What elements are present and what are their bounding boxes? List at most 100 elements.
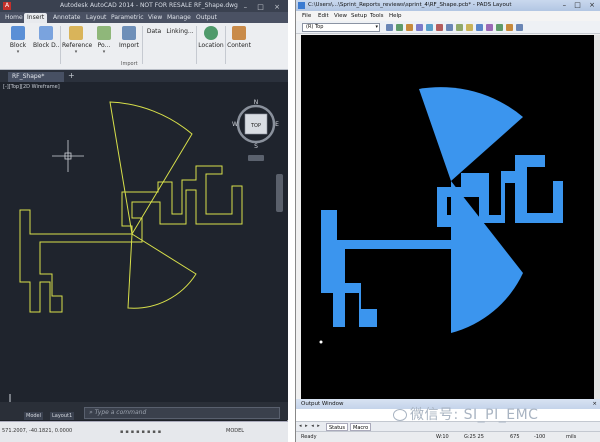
toolbar-icon-1[interactable] xyxy=(386,24,393,31)
status-x-coordinate: 675 xyxy=(510,434,520,440)
toolbar-icon-9[interactable] xyxy=(466,24,473,31)
model-space-toggle[interactable]: MODEL xyxy=(226,428,244,434)
pads-design-drawing[interactable] xyxy=(301,35,594,399)
autocad-ribbon: Block ▾ Block D... Reference ▾ Po... ▾ I… xyxy=(0,23,288,70)
layer-select[interactable]: (R) Top ▾ xyxy=(302,23,380,32)
output-window-label: Output Window xyxy=(301,401,344,407)
menu-setup[interactable]: Setup xyxy=(351,11,367,21)
autocad-status-bar: 571.2007, -40.1821, 0.0000 ▪▪▪▪▪▪▪▪ MODE… xyxy=(0,421,288,442)
status-grid: G:25 25 xyxy=(464,434,484,440)
toolbar-icon-7[interactable] xyxy=(446,24,453,31)
autocad-window-title: Autodesk AutoCAD 2014 - NOT FOR RESALE R… xyxy=(60,2,238,9)
autocad-titlebar: A Autodesk AutoCAD 2014 - NOT FOR RESALE… xyxy=(0,0,288,12)
ribbon-separator xyxy=(196,26,197,64)
command-line-input[interactable]: » Type a command xyxy=(84,407,280,419)
chevron-down-icon: ▾ xyxy=(16,49,20,55)
tab-parametric[interactable]: Parametric xyxy=(108,13,147,23)
import-icon xyxy=(122,26,136,40)
pads-layout-window: C:\Users\...\Sprint_Reports_reviews\spri… xyxy=(295,0,600,442)
location-button[interactable]: Location xyxy=(198,25,224,49)
chevron-down-icon: ▾ xyxy=(375,24,378,30)
point-cloud-button[interactable]: Po... ▾ xyxy=(93,25,115,55)
content-button[interactable]: Content xyxy=(227,25,251,49)
linking-button[interactable]: Linking... xyxy=(166,25,194,35)
tab-output[interactable]: Output xyxy=(193,13,220,23)
design-origin-point xyxy=(319,340,323,344)
content-icon xyxy=(232,26,246,40)
block-definition-icon xyxy=(39,26,53,40)
ribbon-separator xyxy=(142,26,143,64)
toolbar-icon-2[interactable] xyxy=(396,24,403,31)
tab-scroll-arrows-icon[interactable]: ◂ ▸ ◂ ▸ xyxy=(299,423,321,429)
menu-view[interactable]: View xyxy=(334,11,347,21)
tab-layout[interactable]: Layout xyxy=(83,13,109,23)
tab-insert[interactable]: Insert xyxy=(24,13,48,23)
toolbar-icon-12[interactable] xyxy=(496,24,503,31)
pads-titlebar: C:\Users\...\Sprint_Reports_reviews\spri… xyxy=(296,0,600,11)
reference-icon xyxy=(69,26,83,40)
menu-file[interactable]: File xyxy=(302,11,311,21)
close-icon[interactable]: × xyxy=(592,399,597,409)
menu-edit[interactable]: Edit xyxy=(318,11,329,21)
output-tab-status[interactable]: Status xyxy=(326,423,348,431)
tab-view[interactable]: View xyxy=(145,13,165,23)
autocad-ribbon-tabs: Home Insert Annotate Layout Parametric V… xyxy=(0,12,288,23)
reference-button[interactable]: Reference ▾ xyxy=(62,25,92,55)
toolbar-icon-14[interactable] xyxy=(516,24,523,31)
wechat-icon xyxy=(393,409,407,421)
pads-app-icon xyxy=(298,2,305,9)
toolbar-icon-5[interactable] xyxy=(426,24,433,31)
autocad-logo-icon[interactable]: A xyxy=(3,2,11,10)
viewcube-west-label: W xyxy=(232,121,238,128)
tab-home[interactable]: Home xyxy=(2,13,26,23)
viewcube-top-label: TOP xyxy=(250,123,261,129)
block-button[interactable]: Block ▾ xyxy=(6,25,30,55)
toolbar-icon-4[interactable] xyxy=(416,24,423,31)
output-tab-macro[interactable]: Macro xyxy=(350,423,372,431)
watermark-text: 微信号: SI_PI_EMC xyxy=(410,407,539,423)
viewcube-icon: TOP N S W E xyxy=(232,99,279,161)
toolbar-icon-3[interactable] xyxy=(406,24,413,31)
import-button[interactable]: Import xyxy=(118,25,140,49)
autocad-document-tabs: RF_Shape* + xyxy=(0,70,288,82)
tab-annotate[interactable]: Annotate xyxy=(50,13,83,23)
status-ready: Ready xyxy=(301,434,317,440)
pads-window-controls[interactable]: – □ × xyxy=(563,0,598,11)
menu-tools[interactable]: Tools xyxy=(370,11,384,21)
ribbon-separator xyxy=(60,26,61,64)
toolbar-icon-13[interactable] xyxy=(506,24,513,31)
point-cloud-icon xyxy=(97,26,111,40)
pads-vertical-scrollbar[interactable] xyxy=(594,35,600,399)
toolbar-icon-11[interactable] xyxy=(486,24,493,31)
chevron-down-icon: ▾ xyxy=(74,49,78,55)
ribbon-separator xyxy=(225,26,226,64)
status-y-coordinate: -100 xyxy=(534,434,546,440)
pads-status-bar: Ready W:10 G:25 25 675 -100 mils xyxy=(296,431,600,442)
pads-window-title: C:\Users\...\Sprint_Reports_reviews\spri… xyxy=(308,2,512,8)
crosshair-cursor-icon xyxy=(52,140,84,172)
viewcube-south-label: S xyxy=(254,143,258,150)
viewcube-east-label: E xyxy=(275,121,279,128)
autocad-window: A Autodesk AutoCAD 2014 - NOT FOR RESALE… xyxy=(0,0,288,442)
ribbon-group-import: Import xyxy=(121,61,138,67)
tab-manage[interactable]: Manage xyxy=(164,13,194,23)
status-toggle-icons[interactable]: ▪▪▪▪▪▪▪▪ xyxy=(120,429,163,435)
watermark: 微信号: SI_PI_EMC xyxy=(393,404,538,424)
menu-help[interactable]: Help xyxy=(389,11,402,21)
globe-icon xyxy=(204,26,218,40)
status-units: mils xyxy=(566,434,577,440)
document-tab-rf-shape[interactable]: RF_Shape* xyxy=(8,72,64,82)
layout-tab-layout1[interactable]: Layout1 xyxy=(50,412,75,420)
toolbar-icon-10[interactable] xyxy=(476,24,483,31)
block-definition-button[interactable]: Block D... xyxy=(33,25,61,49)
rf-shape-copper xyxy=(321,87,563,333)
toolbar-icon-8[interactable] xyxy=(456,24,463,31)
viewport-scrollbar[interactable] xyxy=(276,174,283,212)
layout-tab-model[interactable]: Model xyxy=(24,412,44,420)
screenshot-root: A Autodesk AutoCAD 2014 - NOT FOR RESALE… xyxy=(0,0,600,442)
autocad-drawing-canvas[interactable]: TOP N S W E xyxy=(0,82,288,402)
data-button[interactable]: Data xyxy=(144,25,164,35)
new-tab-plus-icon[interactable]: + xyxy=(68,71,75,80)
cursor-coordinates: 571.2007, -40.1821, 0.0000 xyxy=(2,428,73,434)
toolbar-icon-6[interactable] xyxy=(436,24,443,31)
